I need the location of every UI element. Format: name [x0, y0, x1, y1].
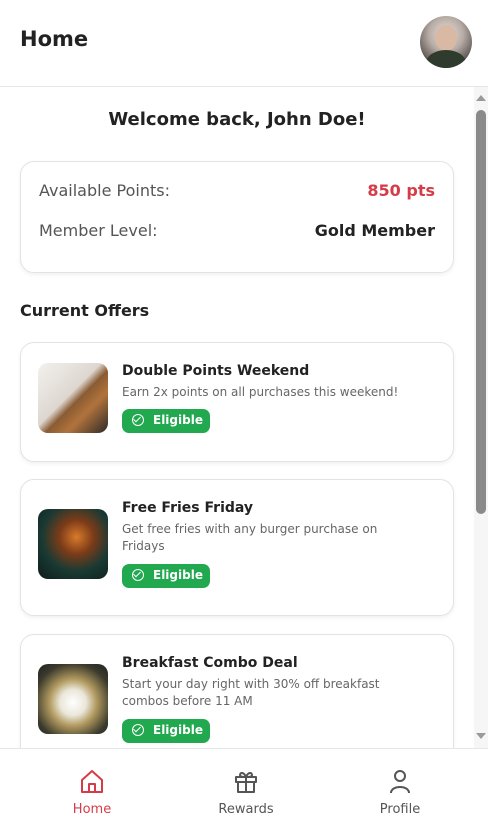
- offer-image: [38, 363, 108, 433]
- badge-label: Eligible: [153, 568, 203, 582]
- offer-image: [38, 509, 108, 579]
- nav-label-home: Home: [72, 802, 112, 817]
- scroll-down-arrow-icon[interactable]: [476, 733, 486, 739]
- avatar-head: [435, 25, 457, 51]
- offer-description: Start your day right with 30% off breakf…: [122, 677, 380, 708]
- welcome-message: Welcome back, John Doe!: [108, 109, 366, 130]
- eligible-badge: Eligible: [122, 409, 210, 433]
- eligible-badge: Eligible: [122, 719, 210, 743]
- offer-title: Double Points Weekend: [122, 363, 310, 379]
- bottom-nav: Home Rewards Profile: [0, 748, 488, 833]
- check-circle-icon: [132, 724, 144, 736]
- available-points-label: Available Points:: [39, 181, 170, 200]
- available-points-value: 850 pts: [367, 181, 435, 200]
- points-card: Available Points: 850 pts Member Level: …: [20, 161, 454, 273]
- nav-label-rewards: Rewards: [218, 802, 274, 817]
- current-offers-heading: Current Offers: [20, 301, 150, 320]
- gift-icon: [235, 771, 257, 793]
- scrollbar-thumb[interactable]: [476, 110, 486, 514]
- offer-description: Earn 2x points on all purchases this wee…: [122, 385, 399, 399]
- page-title: Home: [20, 27, 89, 51]
- check-circle-icon: [132, 569, 144, 581]
- offer-description: Get free fries with any burger purchase …: [122, 522, 378, 553]
- offer-image: [38, 664, 108, 734]
- offer-card[interactable]: Double Points Weekend Earn 2x points on …: [20, 342, 454, 462]
- nav-label-profile: Profile: [379, 802, 421, 817]
- avatar[interactable]: [420, 16, 472, 68]
- offer-title: Free Fries Friday: [122, 500, 254, 516]
- member-level-value: Gold Member: [314, 221, 435, 240]
- nav-item-home[interactable]: Home: [12, 749, 172, 833]
- nav-item-profile[interactable]: Profile: [320, 749, 480, 833]
- offer-card[interactable]: Breakfast Combo Deal Start your day righ…: [20, 634, 454, 748]
- nav-item-rewards[interactable]: Rewards: [166, 749, 326, 833]
- offer-card[interactable]: Free Fries Friday Get free fries with an…: [20, 479, 454, 616]
- offer-title: Breakfast Combo Deal: [122, 655, 298, 671]
- badge-label: Eligible: [153, 723, 203, 737]
- check-circle-icon: [132, 414, 144, 426]
- member-level-label: Member Level:: [39, 221, 158, 240]
- badge-label: Eligible: [153, 413, 203, 427]
- avatar-body: [426, 50, 466, 68]
- scroll-up-arrow-icon[interactable]: [476, 95, 486, 101]
- app-header: Home: [0, 0, 488, 87]
- user-icon: [390, 770, 410, 794]
- eligible-badge: Eligible: [122, 564, 210, 588]
- main-content[interactable]: Welcome back, John Doe! Available Points…: [0, 87, 474, 748]
- home-icon: [81, 770, 103, 793]
